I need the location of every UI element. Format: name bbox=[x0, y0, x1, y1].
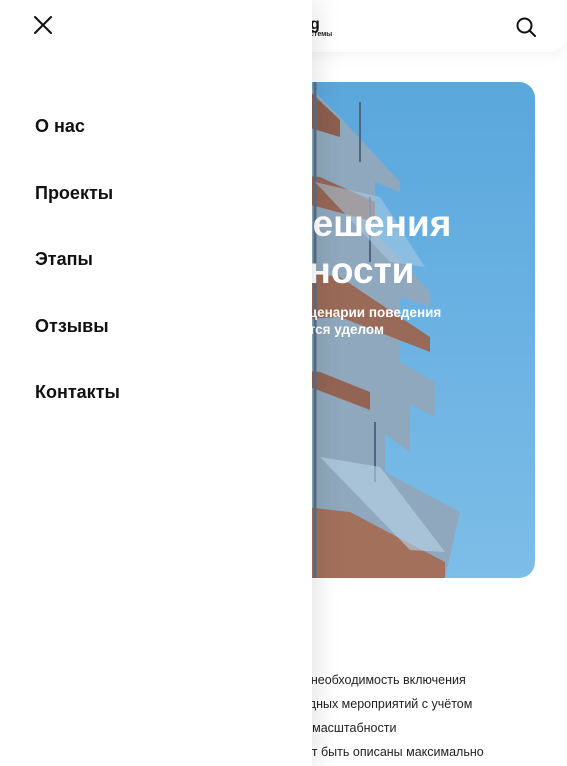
logo-subtitle: стемы bbox=[310, 31, 333, 38]
menu-item-contacts[interactable]: Контакты bbox=[35, 374, 120, 410]
menu-item-reviews[interactable]: Отзывы bbox=[35, 308, 120, 344]
close-menu-button[interactable] bbox=[30, 12, 56, 38]
body-paragraph: здаёт необходимость включения очередных … bbox=[275, 668, 567, 764]
hero-subtitle-line-1: е сценарии поведения bbox=[290, 305, 442, 320]
drawer-menu: О нас Проекты Этапы Отзывы Контакты bbox=[35, 108, 120, 441]
hero-title: решения кности bbox=[290, 200, 535, 294]
body-line: очередных мероприятий с учётом bbox=[275, 697, 473, 711]
navigation-drawer: О нас Проекты Этапы Отзывы Контакты bbox=[0, 0, 312, 766]
body-line: й могут быть описаны максимально bbox=[275, 745, 484, 759]
close-icon bbox=[34, 16, 52, 34]
hero-title-line-1: решения bbox=[290, 203, 452, 244]
body-line: своей масштабности bbox=[275, 721, 397, 735]
menu-item-stages[interactable]: Этапы bbox=[35, 241, 120, 277]
search-icon bbox=[516, 17, 536, 37]
hero-subtitle: е сценарии поведения аются уделом bbox=[290, 304, 535, 338]
menu-item-about[interactable]: О нас bbox=[35, 108, 120, 144]
hero-subtitle-line-2: аются уделом bbox=[290, 322, 384, 337]
body-line: здаёт необходимость включения bbox=[275, 673, 466, 687]
search-button[interactable] bbox=[514, 15, 538, 39]
menu-item-projects[interactable]: Проекты bbox=[35, 175, 120, 211]
hero-title-line-2: кности bbox=[290, 250, 415, 291]
